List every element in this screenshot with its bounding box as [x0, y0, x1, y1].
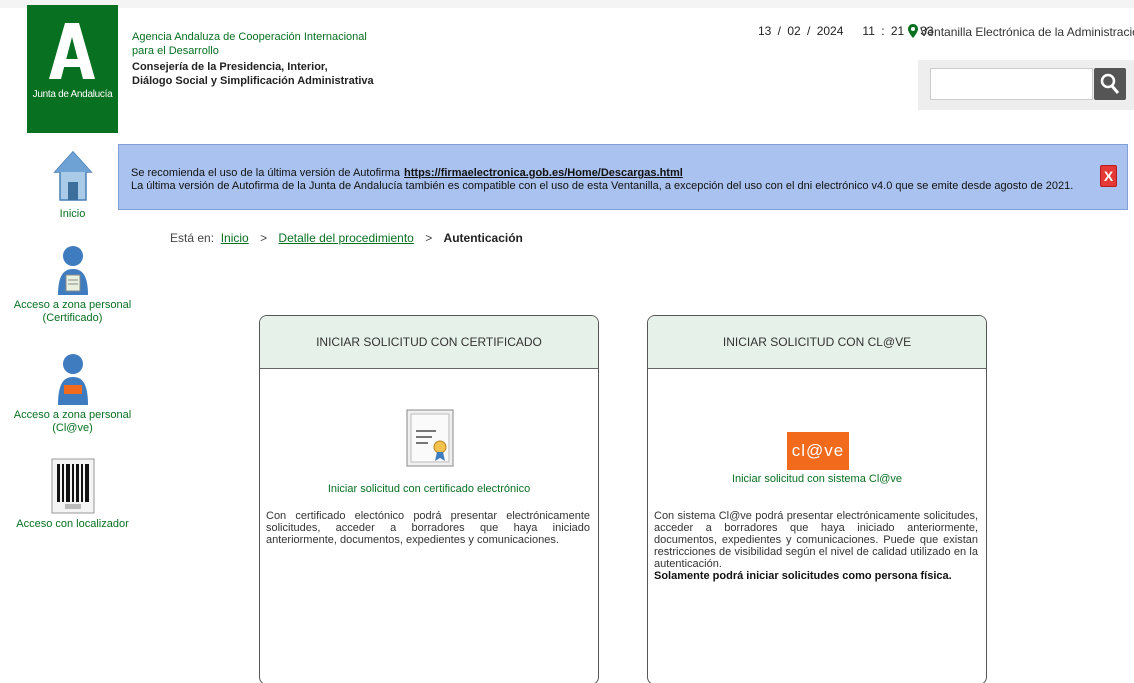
junta-logo[interactable]: Junta de Andalucía — [27, 5, 118, 133]
card-clave: INICIAR SOLICITUD CON CL@VE cl@ve Inicia… — [647, 315, 987, 683]
top-strip — [0, 0, 1134, 8]
search-bar — [918, 60, 1134, 110]
clave-logo[interactable]: cl@ve — [787, 432, 849, 470]
banner-line1: Se recomienda el uso de la última versió… — [131, 167, 683, 179]
date-text: 13 / 02 / 2024 — [758, 24, 844, 38]
close-icon: X — [1103, 168, 1114, 184]
barcode-icon — [51, 458, 94, 514]
sidebar-item-label: Acceso con localizador — [16, 518, 129, 530]
sidebar-item-label: Acceso a zona personal (Cl@ve) — [13, 409, 132, 434]
ventanilla-label: Ventanilla Electrónica de la Administrac… — [920, 25, 1134, 39]
search-button[interactable] — [1094, 68, 1126, 100]
sidebar-item-zona-clave[interactable]: Acceso a zona personal (Cl@ve) — [0, 353, 145, 435]
breadcrumb: Está en: Inicio > Detalle del procedimie… — [170, 231, 523, 245]
breadcrumb-separator: > — [260, 231, 268, 245]
search-icon — [1100, 73, 1120, 94]
certificate-icon[interactable] — [406, 409, 454, 467]
junta-logo-mark — [49, 23, 95, 79]
banner-line2: La última versión de Autofirma de la Jun… — [131, 180, 1074, 192]
ministry-line1: Consejería de la Presidencia, Interior, — [132, 61, 328, 73]
user-clave-icon — [57, 354, 88, 405]
clave-start-link[interactable]: Iniciar solicitud con sistema Cl@ve — [648, 473, 986, 485]
card-title: INICIAR SOLICITUD CON CERTIFICADO — [260, 316, 598, 369]
logo-text: Junta de Andalucía — [32, 89, 113, 100]
breadcrumb-prefix: Está en: — [170, 231, 215, 245]
agency-name-line2: para el Desarrollo — [132, 45, 219, 57]
card-note: Solamente podrá iniciar solicitudes como… — [654, 570, 952, 582]
breadcrumb-item-detalle[interactable]: Detalle del procedimiento — [278, 231, 413, 245]
certificate-start-link[interactable]: Iniciar solicitud con certificado electr… — [260, 483, 598, 495]
card-description: Con certificado electónico podrá present… — [266, 510, 590, 546]
card-description-text: Con sistema Cl@ve podrá presentar electr… — [654, 510, 978, 570]
user-certificate-icon — [57, 246, 88, 295]
sidebar-item-zona-certificado[interactable]: Acceso a zona personal (Certificado) — [0, 245, 145, 325]
autofirma-download-link[interactable]: https://firmaelectronica.gob.es/Home/Des… — [404, 167, 683, 179]
ventanilla-link[interactable]: Ventanilla Electrónica de la Administrac… — [908, 24, 1134, 39]
autofirma-banner: Se recomienda el uso de la última versió… — [118, 144, 1128, 210]
agency-block: Agencia Andaluza de Cooperación Internac… — [132, 30, 374, 88]
close-banner-button[interactable]: X — [1100, 165, 1117, 187]
agency-name-line1: Agencia Andaluza de Cooperación Internac… — [132, 31, 367, 43]
sidebar-item-localizador[interactable]: Acceso con localizador — [0, 458, 145, 531]
sidebar-item-label: Acceso a zona personal (Certificado) — [13, 299, 132, 324]
breadcrumb-item-inicio[interactable]: Inicio — [221, 231, 249, 245]
card-description: Con sistema Cl@ve podrá presentar electr… — [654, 510, 978, 582]
breadcrumb-current: Autenticación — [443, 231, 523, 245]
ministry-line2: Diálogo Social y Simplificación Administ… — [132, 75, 374, 87]
banner-text1: Se recomienda el uso de la última versió… — [131, 167, 401, 179]
card-certificado: INICIAR SOLICITUD CON CERTIFICADO Inicia… — [259, 315, 599, 683]
search-input[interactable] — [930, 68, 1093, 100]
house-icon — [52, 150, 93, 201]
breadcrumb-separator: > — [425, 231, 433, 245]
location-pin-icon — [908, 24, 918, 38]
card-title: INICIAR SOLICITUD CON CL@VE — [648, 316, 986, 369]
